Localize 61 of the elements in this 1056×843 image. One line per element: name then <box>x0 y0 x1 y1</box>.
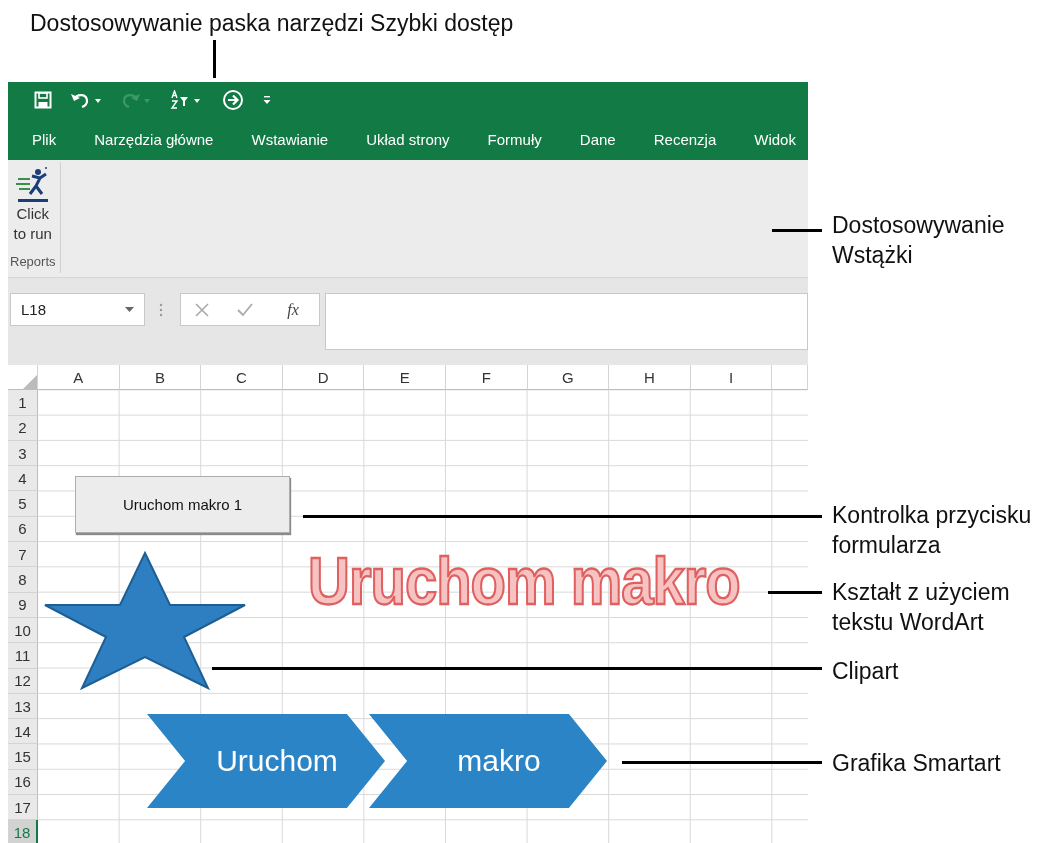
leader-line <box>772 229 822 232</box>
checkmark-icon[interactable] <box>237 302 254 317</box>
running-figure-icon <box>15 166 50 204</box>
callout-label: Clipart <box>832 657 899 686</box>
row-header[interactable]: 4 <box>8 466 38 492</box>
ribbon-tab[interactable]: Formuły <box>487 126 542 152</box>
row-header[interactable]: 10 <box>8 617 38 644</box>
form-control-button[interactable]: Uruchom makro 1 <box>75 476 290 533</box>
callout-label: Grafika Smartart <box>832 749 1001 778</box>
chevron-shape: makro <box>369 714 607 808</box>
row-header[interactable]: 15 <box>8 744 38 770</box>
row-header[interactable]: 5 <box>8 491 38 517</box>
macro-button[interactable]: Click to run <box>10 166 55 254</box>
select-all-corner[interactable] <box>8 365 38 391</box>
grip-icon <box>159 303 163 317</box>
row-header[interactable]: 8 <box>8 567 38 593</box>
row-header[interactable]: 13 <box>8 693 38 720</box>
ribbon-tab[interactable]: Narzędzia główne <box>94 126 214 152</box>
row-header[interactable]: 6 <box>8 516 38 543</box>
column-header[interactable]: I <box>690 365 773 391</box>
column-header[interactable]: H <box>609 365 691 391</box>
callout-label: Kontrolka przycisku formularza <box>832 501 1032 560</box>
column-header[interactable]: D <box>282 365 365 391</box>
row-header[interactable]: 2 <box>8 415 38 441</box>
group-label: Reports <box>10 254 56 269</box>
wordart-text: Uruchom makro <box>308 542 740 620</box>
column-header[interactable]: A <box>38 365 120 391</box>
name-box[interactable]: L18 <box>10 293 145 326</box>
formula-input[interactable] <box>325 293 808 350</box>
row-header[interactable]: 7 <box>8 542 38 568</box>
ribbon-tab[interactable]: Recenzja <box>653 126 717 152</box>
ribbon-tab[interactable]: Układ strony <box>366 126 450 152</box>
row-header[interactable]: 1 <box>8 390 38 416</box>
row-header[interactable]: 16 <box>8 769 38 796</box>
row-header[interactable]: 11 <box>8 643 38 669</box>
ribbon-tab[interactable]: Widok <box>754 126 796 152</box>
leader-line <box>768 591 822 594</box>
cancel-icon[interactable] <box>195 302 210 317</box>
row-header[interactable]: 18 <box>8 820 38 843</box>
column-header[interactable]: E <box>364 365 446 391</box>
insert-function-button[interactable]: fx <box>281 299 305 320</box>
column-header[interactable]: F <box>445 365 528 391</box>
chevron-shape: Uruchom <box>147 714 385 808</box>
callout-label: Kształt z użyciem tekstu WordArt <box>832 578 1010 637</box>
column-header[interactable] <box>772 365 808 391</box>
row-header[interactable]: 3 <box>8 440 38 467</box>
column-header[interactable]: B <box>119 365 202 391</box>
row-header[interactable]: 9 <box>8 592 38 618</box>
callout-label: Dostosowywanie paska narzędzi Szybki dostęp <box>30 9 514 38</box>
corner-triangle-icon <box>23 375 37 390</box>
ribbon-tab[interactable]: Dane <box>579 126 616 152</box>
callout-label: Dostosowywanie Wstążki <box>832 211 1005 270</box>
ribbon-tab[interactable]: Wstawianie <box>251 126 329 152</box>
row-header[interactable]: 12 <box>8 668 38 694</box>
leader-line <box>213 40 216 78</box>
dropdown-caret-icon <box>125 307 134 312</box>
column-header[interactable]: C <box>201 365 283 391</box>
column-header[interactable]: G <box>527 365 610 391</box>
row-header[interactable]: 14 <box>8 719 38 745</box>
ribbon-tab[interactable]: Plik <box>32 126 57 152</box>
row-header[interactable]: 17 <box>8 795 38 821</box>
